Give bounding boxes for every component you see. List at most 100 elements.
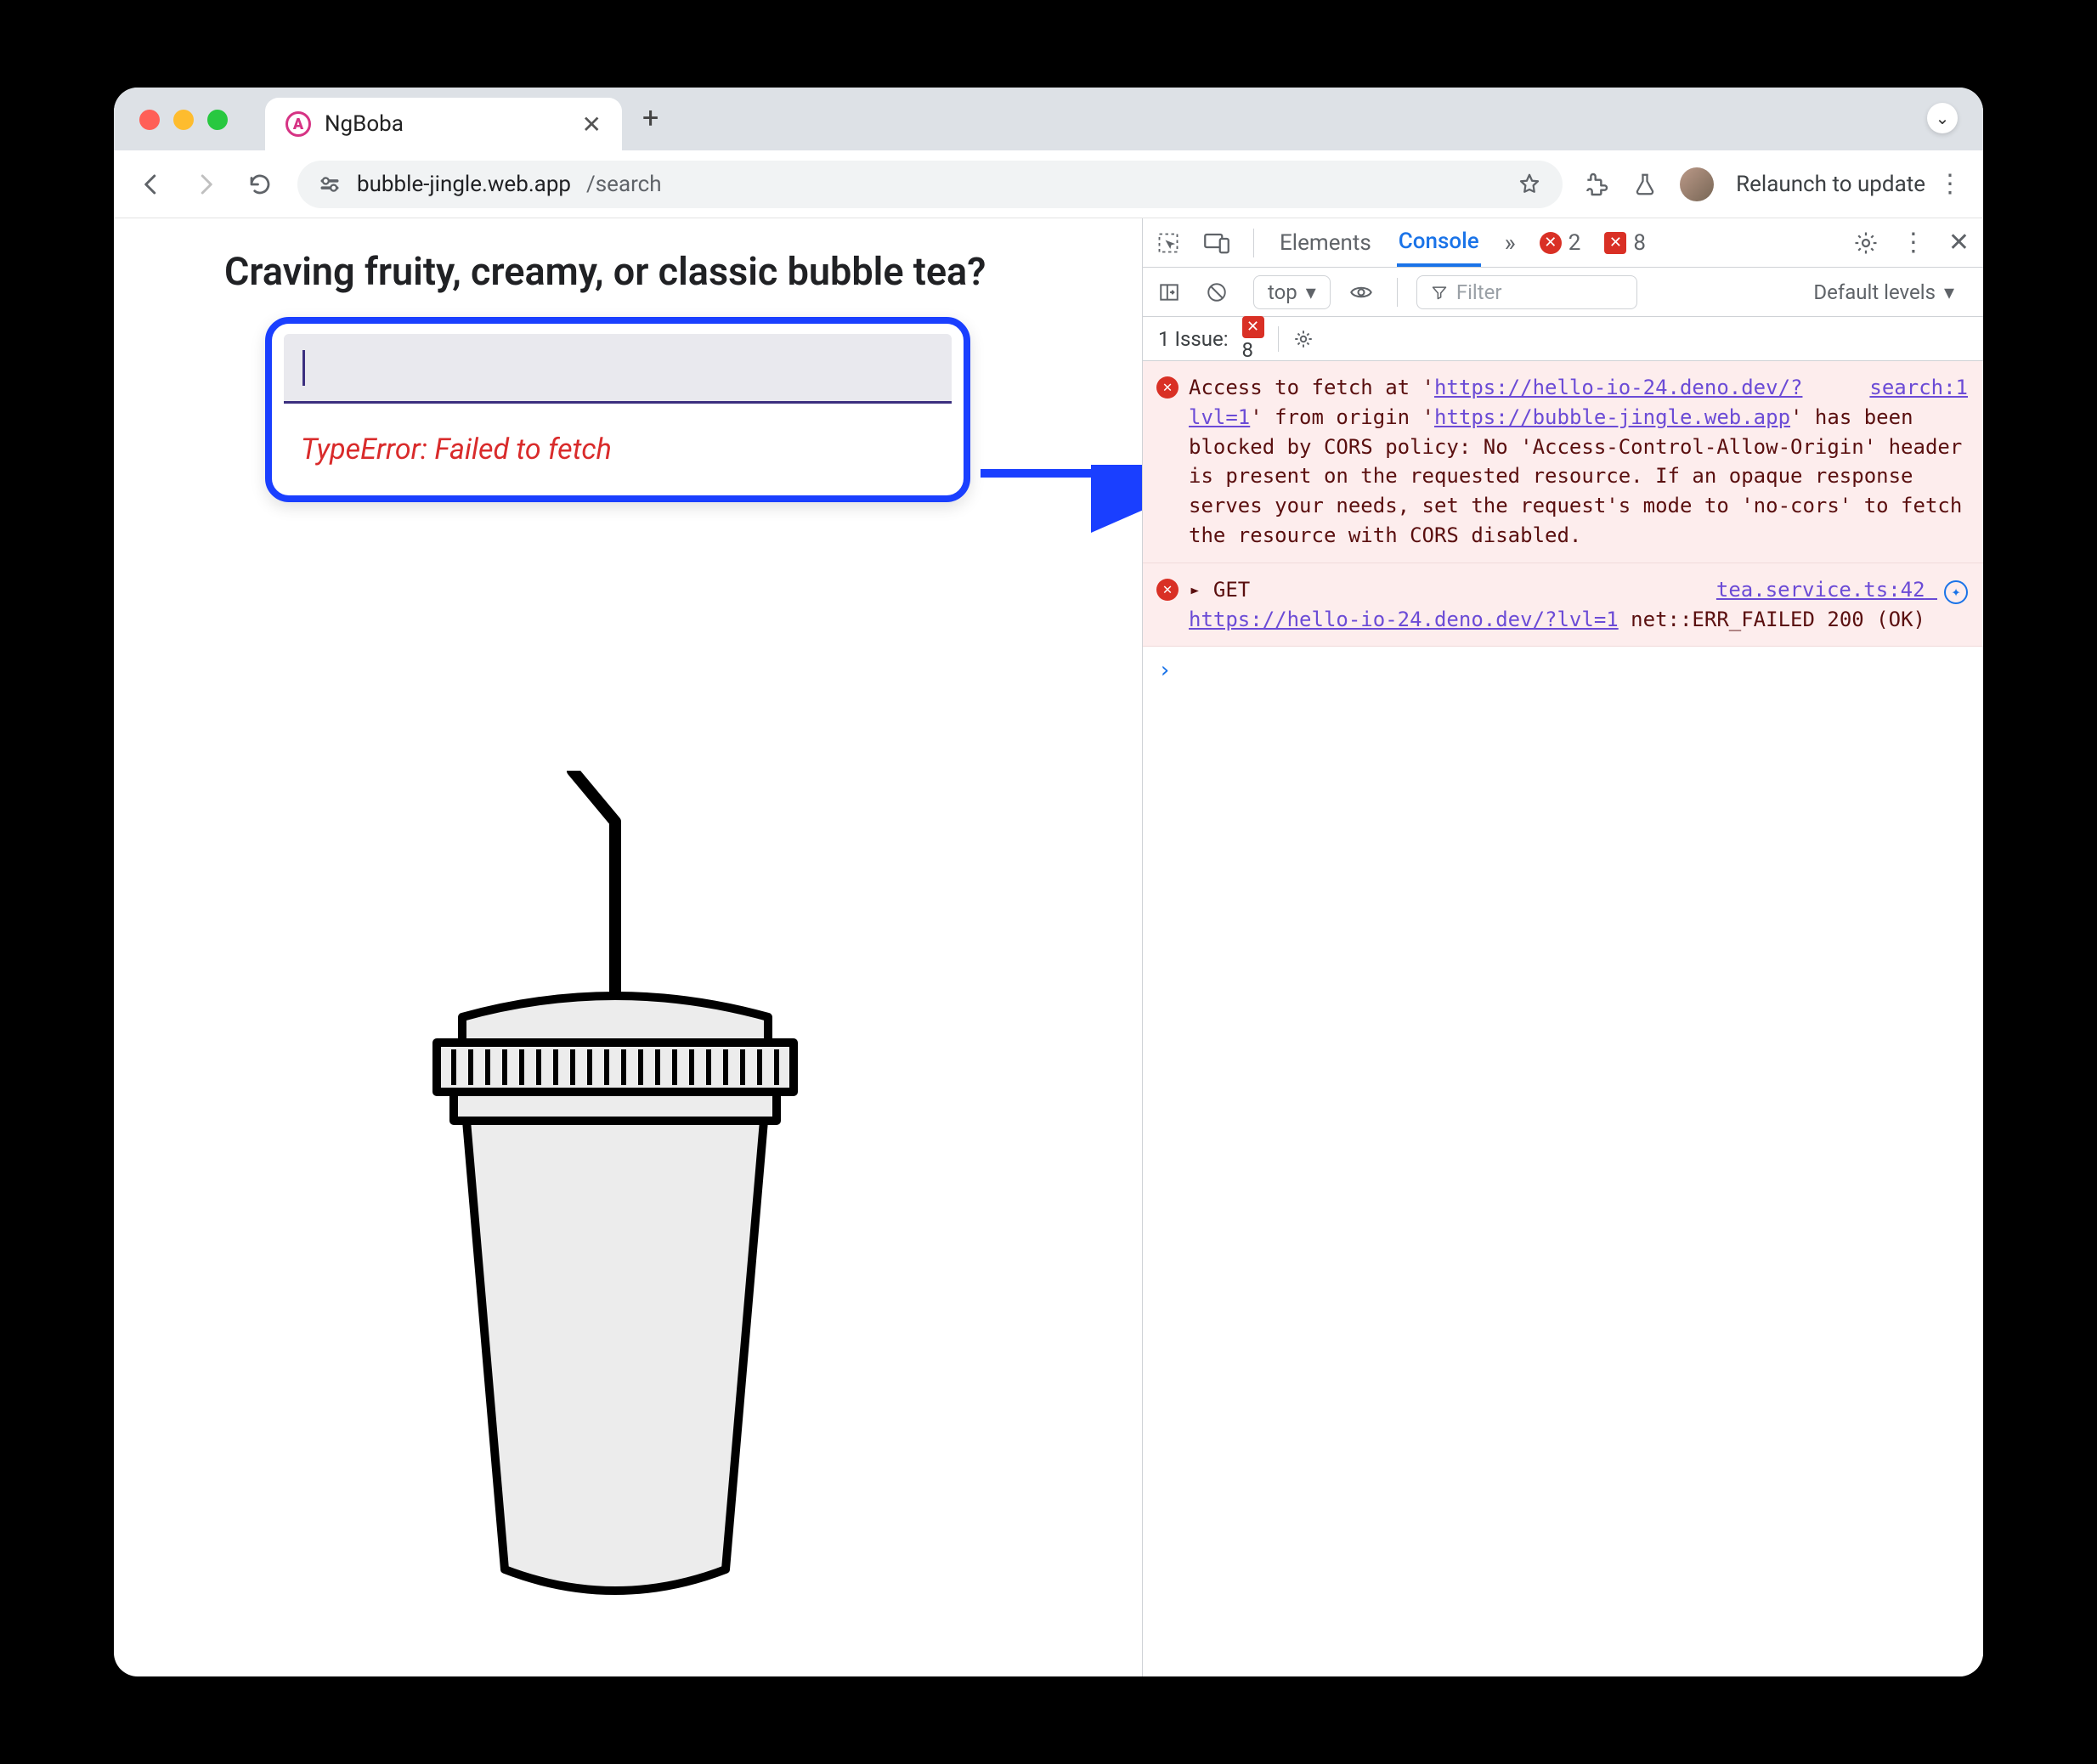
caret-icon	[302, 350, 305, 386]
url-host: bubble-jingle.web.app	[357, 172, 571, 197]
menu-button[interactable]: ⋮	[1937, 169, 1963, 199]
annotation-arrow	[981, 465, 1142, 558]
console-error-cors: ✕ search:1 Access to fetch at 'https://h…	[1143, 361, 1983, 563]
cup-illustration	[360, 771, 870, 1620]
levels-label: Default levels	[1813, 280, 1936, 304]
minimize-window-button[interactable]	[173, 110, 194, 130]
issues-label: 1 Issue:	[1158, 327, 1229, 351]
fetch-url[interactable]: https://hello-io-24.deno.dev/?lvl=1	[1189, 608, 1619, 631]
page-heading: Craving fruity, creamy, or classic bubbl…	[224, 249, 1142, 294]
divider	[1253, 229, 1254, 257]
workspace: Craving fruity, creamy, or classic bubbl…	[114, 218, 1983, 1676]
filter-input[interactable]: Filter	[1416, 275, 1637, 309]
console-error-fetch: ✕ tea.service.ts:42 ✦ ▸ GET https://hell…	[1143, 563, 1983, 647]
log-levels-selector[interactable]: Default levels ▾	[1800, 275, 1968, 309]
search-input[interactable]	[284, 334, 952, 404]
sidebar-icon	[1158, 281, 1180, 303]
tab-title: NgBoba	[325, 111, 404, 137]
warn-badge-icon: ✕	[1242, 316, 1264, 338]
device-toolbar-button[interactable]	[1204, 232, 1229, 254]
omnibox[interactable]: bubble-jingle.web.app/search	[297, 161, 1563, 208]
chevron-down-icon: ▾	[1944, 280, 1954, 304]
gear-icon	[1292, 328, 1314, 350]
close-window-button[interactable]	[139, 110, 160, 130]
flask-icon	[1632, 171, 1658, 198]
devices-icon	[1204, 232, 1229, 254]
divider	[1278, 326, 1279, 352]
browser-window: A NgBoba ✕ + ⌄ bubble-jingle.web.app/sea…	[114, 88, 1983, 1676]
warn-badge-icon: ✕	[1604, 232, 1626, 254]
filter-icon	[1431, 284, 1448, 301]
profile-button[interactable]	[1680, 167, 1714, 201]
tab-elements[interactable]: Elements	[1278, 218, 1373, 267]
page-content: Craving fruity, creamy, or classic bubbl…	[114, 218, 1142, 1676]
devtools-panel: Elements Console » ✕ 2 ✕ 8 ⋮ ✕	[1142, 218, 1983, 1676]
warn-counter[interactable]: ✕ 8	[1604, 230, 1646, 256]
devtools-menu-button[interactable]: ⋮	[1901, 228, 1926, 257]
context-selector[interactable]: top ▾	[1253, 275, 1331, 309]
url-path: /search	[586, 172, 662, 197]
console-prompt[interactable]: ›	[1143, 647, 1983, 696]
bookmark-button[interactable]	[1517, 172, 1542, 197]
devtools-close-button[interactable]: ✕	[1948, 228, 1970, 257]
window-controls	[139, 110, 228, 130]
issues-settings-button[interactable]	[1292, 328, 1314, 350]
toggle-sidebar-button[interactable]	[1158, 281, 1187, 303]
new-tab-button[interactable]: +	[642, 101, 658, 135]
error-counter[interactable]: ✕ 2	[1540, 230, 1581, 256]
devtools-settings-button[interactable]	[1853, 230, 1879, 256]
tab-console[interactable]: Console	[1397, 218, 1481, 267]
favicon-icon: A	[285, 111, 311, 137]
clear-console-button[interactable]	[1206, 281, 1235, 303]
issues-count-label: 8	[1242, 338, 1254, 362]
reload-button[interactable]	[243, 167, 277, 201]
browser-tab[interactable]: A NgBoba ✕	[265, 98, 622, 150]
maximize-window-button[interactable]	[207, 110, 228, 130]
issues-bar: 1 Issue: ✕ 8	[1143, 317, 1983, 361]
error-badge-icon: ✕	[1156, 376, 1179, 399]
cors-url-2[interactable]: https://bubble-jingle.web.app	[1434, 405, 1790, 429]
expand-icon[interactable]: ▸	[1189, 578, 1201, 602]
arrow-left-icon	[138, 172, 164, 197]
back-button[interactable]	[134, 167, 168, 201]
star-icon	[1517, 172, 1542, 197]
tabs-overflow-button[interactable]: »	[1505, 229, 1516, 257]
forward-button[interactable]	[189, 167, 223, 201]
warn-count-label: 8	[1633, 230, 1646, 256]
extensions-icon	[1583, 171, 1610, 198]
search-card: TypeError: Failed to fetch	[265, 317, 970, 502]
eye-icon	[1349, 283, 1373, 302]
gear-icon	[1853, 230, 1879, 256]
error-badge-icon: ✕	[1540, 232, 1562, 254]
relaunch-label: Relaunch to update	[1736, 172, 1925, 197]
source-link[interactable]: search:1	[1869, 373, 1968, 403]
msg-text: net::ERR_FAILED 200 (OK)	[1619, 608, 1925, 631]
extensions-button[interactable]	[1583, 171, 1610, 198]
devtools-tabbar: Elements Console » ✕ 2 ✕ 8 ⋮ ✕	[1143, 218, 1983, 268]
labs-button[interactable]	[1632, 171, 1658, 198]
site-settings-icon	[318, 172, 342, 196]
inspect-button[interactable]	[1156, 231, 1180, 255]
arrow-right-icon	[193, 172, 218, 197]
tab-list-button[interactable]: ⌄	[1927, 103, 1958, 133]
close-tab-button[interactable]: ✕	[582, 110, 602, 139]
toolbar-actions: Relaunch to update ⋮	[1583, 167, 1963, 201]
source-link[interactable]: tea.service.ts:42 ✦	[1716, 575, 1968, 605]
clear-icon	[1206, 281, 1228, 303]
ai-assist-icon[interactable]: ✦	[1944, 580, 1968, 604]
console-toolbar: top ▾ Filter Default levels ▾	[1143, 268, 1983, 317]
msg-text: Access to fetch at '	[1189, 376, 1434, 399]
context-label: top	[1268, 280, 1297, 304]
msg-method: GET	[1213, 578, 1250, 602]
titlebar: A NgBoba ✕ + ⌄	[114, 88, 1983, 150]
relaunch-button[interactable]: Relaunch to update ⋮	[1736, 169, 1963, 199]
console-output: ✕ search:1 Access to fetch at ' https://h…	[1143, 361, 1983, 1676]
chevron-down-icon: ▾	[1306, 280, 1316, 304]
error-count-label: 2	[1569, 230, 1581, 256]
live-expression-button[interactable]	[1349, 283, 1378, 302]
reload-icon	[247, 172, 273, 197]
fetch-error-text: TypeError: Failed to fetch	[284, 404, 952, 472]
filter-placeholder: Filter	[1456, 280, 1502, 304]
issues-counter[interactable]: ✕ 8	[1242, 316, 1264, 362]
divider	[1397, 278, 1398, 307]
